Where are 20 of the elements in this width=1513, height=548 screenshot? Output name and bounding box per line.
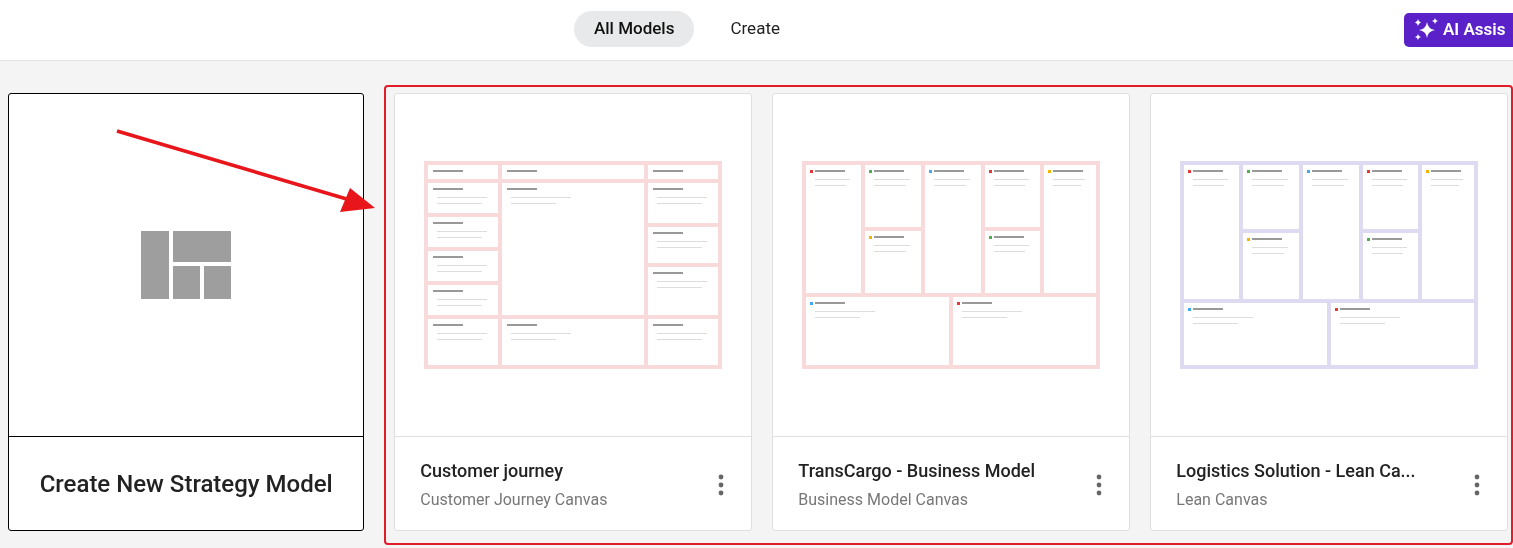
ai-assistant-button[interactable]: AI Assis — [1404, 13, 1513, 47]
card-subtitle: Business Model Canvas — [798, 489, 970, 511]
layout-icon — [141, 231, 232, 299]
tab[interactable]: All Models — [574, 11, 695, 47]
card-title: TransCargo - Business Model — [798, 459, 1037, 483]
more-options-icon[interactable] — [1095, 473, 1104, 496]
card-title: Customer journey — [420, 459, 564, 483]
card-title: Create New Strategy Model — [39, 468, 333, 500]
sparkle-icon — [1413, 18, 1439, 42]
card-title: Logistics Solution - Lean Ca... — [1176, 459, 1417, 483]
more-options-icon[interactable] — [1473, 473, 1482, 496]
button-label: AI Assis — [1443, 18, 1506, 42]
more-options-icon[interactable] — [717, 473, 726, 496]
model-card[interactable]: TransCargo - Business Model Business Model Canvas — [772, 93, 1131, 531]
card-subtitle: Lean Canvas — [1176, 489, 1269, 511]
tab[interactable]: Create — [710, 11, 800, 47]
model-card[interactable]: Logistics Solution - Lean Ca... Lean Canvas — [1150, 93, 1509, 531]
model-card[interactable]: Customer journey Customer Journey Canvas — [394, 93, 753, 531]
create-model-card[interactable]: Create New Strategy Model — [8, 93, 365, 531]
card-subtitle: Customer Journey Canvas — [420, 489, 609, 511]
